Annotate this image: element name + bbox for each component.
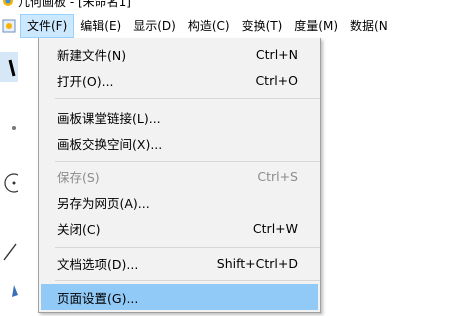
menu-construct[interactable]: 构造(C) bbox=[182, 14, 236, 38]
menu-item-page-setup[interactable]: 页面设置(G)... bbox=[41, 284, 318, 310]
menu-data[interactable]: 数据(N bbox=[344, 14, 394, 38]
menu-item-new-file[interactable]: 新建文件(N) Ctrl+N bbox=[41, 41, 318, 67]
menu-measure[interactable]: 度量(M) bbox=[288, 14, 344, 38]
menu-item-close[interactable]: 关闭(C) Ctrl+W bbox=[41, 215, 318, 241]
menu-separator bbox=[55, 161, 320, 162]
document-icon[interactable] bbox=[2, 19, 16, 33]
menu-item-shortcut: Shift+Ctrl+D bbox=[216, 255, 298, 271]
menu-bar: 文件(F) 编辑(E) 显示(D) 构造(C) 变换(T) 度量(M) 数据(N bbox=[0, 14, 449, 38]
app-logo-icon bbox=[2, 0, 14, 7]
menu-item-save[interactable]: 保存(S) Ctrl+S bbox=[41, 163, 318, 189]
menu-separator bbox=[55, 280, 320, 281]
selection-tool-icon[interactable] bbox=[0, 52, 18, 82]
menu-item-shortcut: Ctrl+S bbox=[257, 168, 298, 184]
left-toolbar bbox=[0, 38, 24, 313]
menu-transform[interactable]: 变换(T) bbox=[236, 14, 289, 38]
menu-item-shortcut: Ctrl+N bbox=[255, 46, 298, 62]
polygon-tool-icon[interactable] bbox=[0, 283, 18, 313]
menu-item-label: 保存(S) bbox=[57, 169, 100, 185]
menu-item-label: 另存为网页(A)... bbox=[57, 195, 150, 211]
menu-item-label: 新建文件(N) bbox=[57, 47, 127, 63]
menu-item-label: 文档选项(D)... bbox=[57, 256, 139, 272]
menu-separator bbox=[55, 98, 320, 99]
line-tool-icon[interactable] bbox=[0, 238, 18, 262]
point-tool-icon[interactable] bbox=[0, 118, 18, 138]
menu-separator bbox=[55, 247, 320, 248]
menu-item-save-as-web-page[interactable]: 另存为网页(A)... bbox=[41, 189, 318, 215]
menu-item-label: 画板交换空间(X)... bbox=[57, 136, 163, 152]
menu-item-shortcut: Ctrl+O bbox=[255, 72, 298, 88]
menu-edit[interactable]: 编辑(E) bbox=[74, 14, 127, 38]
menu-item-label: 页面设置(G)... bbox=[57, 290, 139, 306]
menu-file[interactable]: 文件(F) bbox=[20, 14, 75, 38]
menu-item-open[interactable]: 打开(O)... Ctrl+O bbox=[41, 67, 318, 93]
menu-item-document-options[interactable]: 文档选项(D)... Shift+Ctrl+D bbox=[41, 250, 318, 276]
file-menu-dropdown: 新建文件(N) Ctrl+N 打开(O)... Ctrl+O 画板课堂链接(L)… bbox=[38, 38, 321, 313]
menu-item-label: 打开(O)... bbox=[57, 73, 114, 89]
window-title: 几何画板 - [未命名1] bbox=[18, 0, 131, 9]
menu-item-label: 关闭(C) bbox=[57, 221, 101, 237]
compass-tool-icon[interactable] bbox=[0, 168, 24, 198]
menu-item-shortcut: Ctrl+W bbox=[252, 220, 298, 236]
title-bar: 几何画板 - [未命名1] bbox=[0, 0, 449, 10]
menu-item-sketchpad-exchange[interactable]: 画板交换空间(X)... bbox=[41, 130, 318, 156]
menu-item-label: 画板课堂链接(L)... bbox=[57, 110, 161, 126]
menu-display[interactable]: 显示(D) bbox=[127, 14, 182, 38]
menu-item-sketchpad-class-link[interactable]: 画板课堂链接(L)... bbox=[41, 104, 318, 130]
